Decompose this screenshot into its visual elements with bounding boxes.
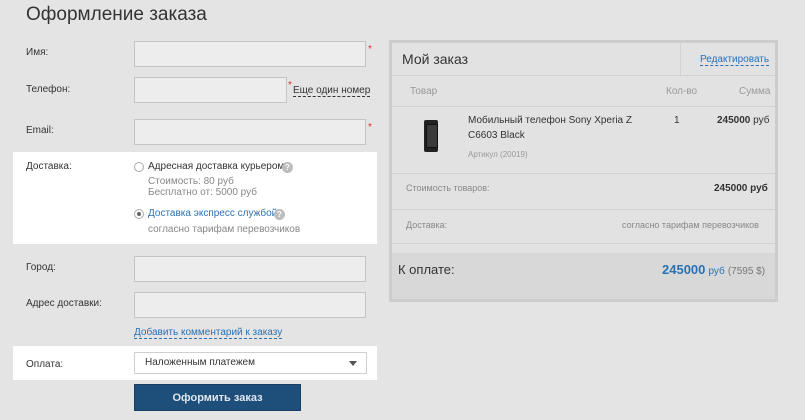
col-qty: Кол-во: [666, 86, 698, 97]
phone-label: Телефон:: [26, 84, 71, 95]
edit-order-link[interactable]: Редактировать: [700, 54, 770, 66]
product-image: [424, 120, 438, 152]
phone-input[interactable]: [134, 77, 287, 103]
add-comment-link[interactable]: Добавить комментарий к заказу: [134, 327, 283, 339]
payment-select[interactable]: Наложенным платежем: [134, 352, 367, 374]
email-label: Email:: [26, 125, 54, 136]
city-label: Город:: [26, 262, 56, 273]
name-label: Имя:: [26, 47, 49, 58]
product-name-line2[interactable]: C6603 Black: [468, 130, 525, 141]
product-currency: руб: [753, 115, 770, 126]
total-usd: (7595 $): [727, 266, 766, 277]
help-icon[interactable]: ?: [274, 209, 285, 220]
courier-cost: Стоимость: 80 руб: [148, 176, 234, 187]
email-required-mark: *: [368, 122, 372, 133]
total-currency: руб: [708, 266, 725, 277]
city-input[interactable]: [134, 256, 366, 282]
col-product: Товар: [410, 86, 438, 97]
goods-cost-value: 245000 руб: [714, 183, 768, 194]
product-name-line1[interactable]: Мобильный телефон Sony Xperia Z: [468, 115, 632, 126]
delivery-express-radio[interactable]: [134, 209, 144, 219]
address-input[interactable]: [134, 292, 366, 318]
payment-label: Оплата:: [26, 359, 64, 370]
help-icon[interactable]: ?: [282, 162, 293, 173]
courier-free-from: Бесплатно от: 5000 руб: [148, 187, 257, 198]
another-phone-link[interactable]: Еще один номер: [293, 85, 371, 97]
delivery-label: Доставка:: [26, 161, 72, 172]
submit-order-button[interactable]: Оформить заказ: [134, 384, 301, 411]
page-title: Оформление заказа: [26, 4, 207, 25]
payment-select-value: Наложенным платежем: [145, 357, 255, 368]
total-value: 245000: [662, 262, 706, 277]
total-label: К оплате:: [398, 262, 455, 277]
email-input[interactable]: [134, 119, 366, 145]
express-tariff-note: согласно тарифам перевозчиков: [148, 224, 301, 235]
name-required-mark: *: [368, 44, 372, 55]
order-title: Мой заказ: [402, 51, 469, 67]
delivery-courier-radio[interactable]: [134, 162, 144, 172]
name-input[interactable]: [134, 41, 366, 67]
order-delivery-label: Доставка:: [406, 220, 448, 230]
delivery-courier-label[interactable]: Адресная доставка курьером: [148, 161, 284, 172]
goods-cost-label: Стоимость товаров:: [406, 183, 490, 193]
delivery-express-label[interactable]: Доставка экспресс службой: [148, 208, 277, 219]
product-article: Артикул (20019): [468, 150, 528, 159]
col-sum: Сумма: [739, 86, 771, 97]
chevron-down-icon: [349, 361, 357, 366]
phone-required-mark: *: [288, 80, 292, 91]
product-sum: 245000: [717, 115, 751, 126]
product-qty: 1: [674, 115, 680, 126]
order-delivery-value: согласно тарифам перевозчиков: [622, 220, 759, 230]
address-label: Адрес доставки:: [26, 298, 102, 309]
